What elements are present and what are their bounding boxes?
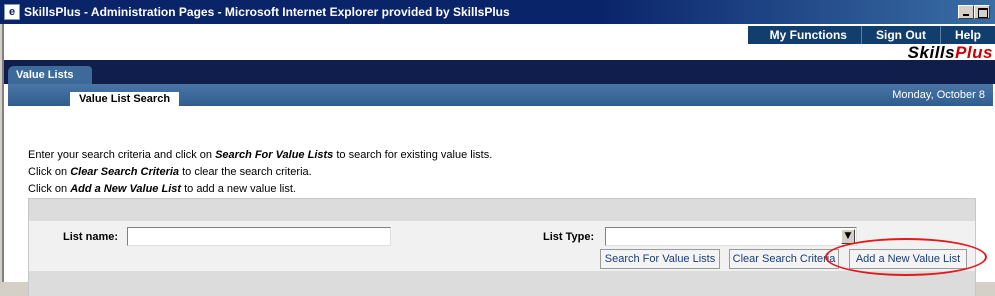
window-title: SkillsPlus - Administration Pages - Micr… <box>24 5 510 19</box>
search-criteria-panel: List name: List Type: ▼ <box>28 198 976 296</box>
tab-value-lists[interactable]: Value Lists <box>8 66 92 84</box>
list-type-select[interactable]: ▼ <box>605 227 857 246</box>
sub-header-bar: Value List Search Monday, October 8 <box>8 84 993 106</box>
top-navigation: My Functions Sign Out Help <box>747 26 995 44</box>
clear-search-criteria-button[interactable]: Clear Search Criteria <box>729 249 839 269</box>
my-functions-link[interactable]: My Functions <box>748 26 861 44</box>
list-name-label: List name: <box>63 231 119 243</box>
subtab-value-list-search[interactable]: Value List Search <box>70 92 179 106</box>
tab-band <box>4 60 995 84</box>
dropdown-arrow-icon[interactable]: ▼ <box>841 229 855 244</box>
instruction-line: Click on Add a New Value List to add a n… <box>28 183 296 195</box>
window-titlebar: e SkillsPlus - Administration Pages - Mi… <box>0 0 995 24</box>
instruction-line: Enter your search criteria and click on … <box>28 149 493 161</box>
maximize-button[interactable] <box>974 5 990 19</box>
panel-top-stripe <box>29 199 975 221</box>
minimize-button[interactable] <box>958 5 974 19</box>
search-for-value-lists-button[interactable]: Search For Value Lists <box>600 249 720 269</box>
instruction-line: Click on Clear Search Criteria to clear … <box>28 166 312 178</box>
ie-app-icon: e <box>4 4 20 20</box>
main-content: Enter your search criteria and click on … <box>8 106 993 296</box>
list-name-input[interactable] <box>127 227 391 246</box>
list-type-label: List Type: <box>543 231 595 243</box>
panel-button-stripe <box>29 271 975 296</box>
add-new-value-list-button[interactable]: Add a New Value List <box>849 249 967 269</box>
current-date: Monday, October 8 <box>892 89 985 101</box>
browser-content: My Functions Sign Out Help SkillsPlus Va… <box>2 24 995 296</box>
help-link[interactable]: Help <box>939 26 995 44</box>
sign-out-link[interactable]: Sign Out <box>860 26 940 44</box>
